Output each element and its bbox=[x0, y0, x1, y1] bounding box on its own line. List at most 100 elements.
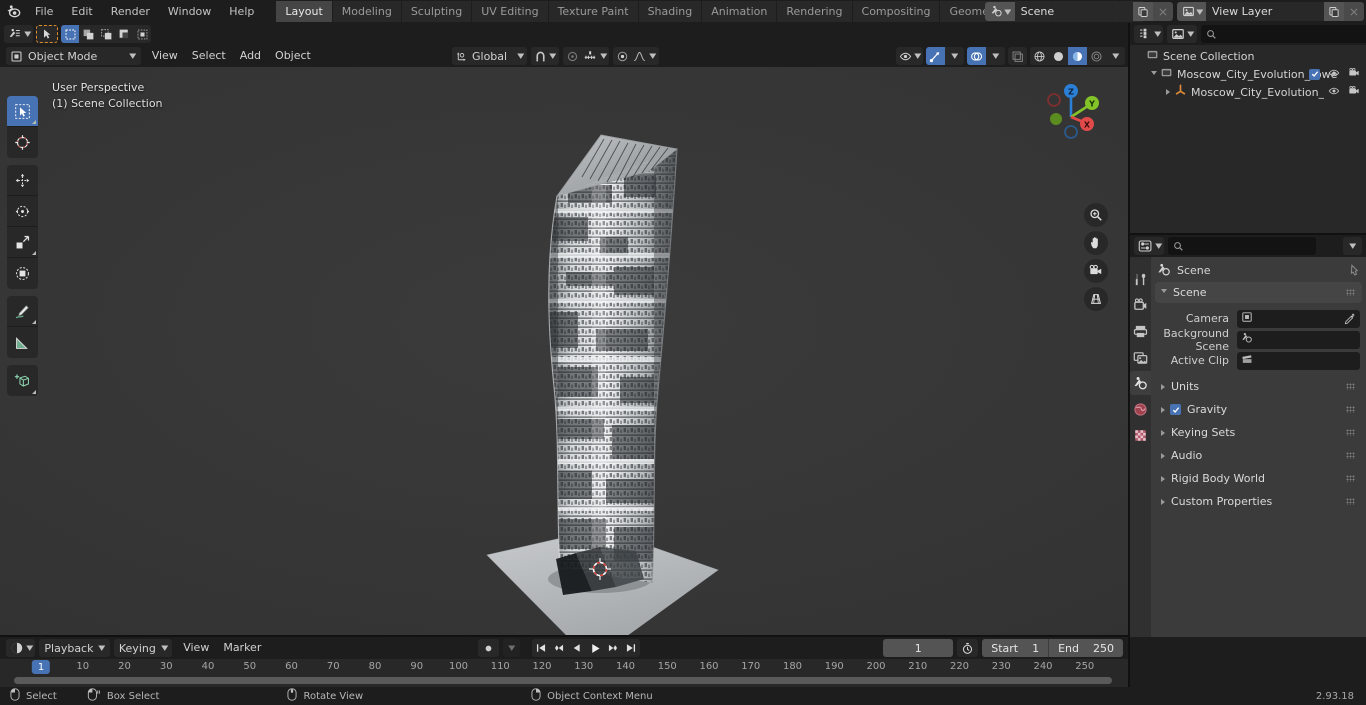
outliner-row[interactable]: Scene Collection bbox=[1130, 47, 1366, 65]
active-tool-button[interactable] bbox=[36, 25, 59, 43]
disclosure-triangle-icon[interactable] bbox=[1148, 70, 1160, 78]
jump-to-previous-keyframe-button[interactable] bbox=[550, 639, 568, 657]
move-view-button[interactable] bbox=[1084, 231, 1108, 255]
eyedropper-icon[interactable] bbox=[1344, 313, 1356, 328]
object-mode-selector[interactable]: Object Mode ▼ bbox=[6, 47, 141, 65]
workspace-tab-modeling[interactable]: Modeling bbox=[331, 1, 401, 22]
tab-world[interactable] bbox=[1130, 397, 1151, 421]
show-overlays-button[interactable] bbox=[967, 47, 986, 65]
tool-scale[interactable] bbox=[7, 227, 38, 258]
auto-keying-toggle[interactable] bbox=[478, 639, 499, 657]
scene-browse-icon[interactable]: ▼ bbox=[985, 2, 1015, 21]
exclude-checkbox[interactable] bbox=[1309, 68, 1320, 80]
timeline-editor-type-selector[interactable]: ▼ bbox=[6, 639, 36, 657]
outliner-search-input[interactable] bbox=[1200, 25, 1366, 43]
view-layer-browse-icon[interactable]: ▼ bbox=[1176, 2, 1206, 21]
timeline-menu-marker[interactable]: Marker bbox=[216, 639, 268, 657]
workspace-tab-shading[interactable]: Shading bbox=[637, 1, 702, 22]
select-extend-button[interactable] bbox=[79, 25, 97, 43]
frame-range-field[interactable]: Start 1 End 250 bbox=[982, 639, 1123, 657]
hide-in-viewport-icon[interactable] bbox=[1328, 85, 1340, 100]
editor-separator-bottom[interactable] bbox=[0, 635, 1128, 637]
disable-in-renders-icon[interactable] bbox=[1348, 67, 1360, 82]
select-set-button[interactable] bbox=[61, 25, 80, 43]
menu-render[interactable]: Render bbox=[102, 2, 159, 21]
workspace-tab-compositing[interactable]: Compositing bbox=[851, 1, 940, 22]
disclosure-triangle-icon[interactable] bbox=[1162, 89, 1174, 95]
properties-search-input[interactable] bbox=[1168, 237, 1317, 255]
solid-shading-button[interactable] bbox=[1049, 47, 1068, 65]
playback-dropdown[interactable]: Playback ▼ bbox=[39, 639, 110, 657]
editor-type-selector[interactable]: ▼ bbox=[4, 25, 34, 43]
outliner-row[interactable]: Moscow_City_Evolution_ bbox=[1130, 83, 1366, 101]
timeline-scrollbar[interactable] bbox=[14, 677, 1112, 684]
timeline-ruler[interactable]: 10 20 30 40 50 60 70 80 90 100 110 120 130 140 150 160 1… bbox=[0, 659, 1128, 676]
new-view-layer-button[interactable] bbox=[1324, 2, 1344, 21]
viewport-menu-view[interactable]: View bbox=[145, 47, 185, 65]
view-layer-id-block[interactable]: ▼ View Layer bbox=[1176, 2, 1364, 21]
proportional-editing-group[interactable]: ▼ bbox=[562, 47, 610, 65]
view-layer-name-field[interactable]: View Layer bbox=[1206, 2, 1324, 21]
scene-id-block[interactable]: ▼ Scene bbox=[985, 2, 1173, 21]
viewport-menu-object[interactable]: Object bbox=[268, 47, 318, 65]
select-subtract-button[interactable] bbox=[97, 25, 115, 43]
editor-separator-right[interactable] bbox=[1130, 233, 1366, 235]
property-field[interactable] bbox=[1237, 351, 1360, 370]
pin-icon[interactable] bbox=[1347, 263, 1360, 277]
scene-panel-header[interactable]: Scene bbox=[1155, 282, 1362, 303]
camera-view-button[interactable] bbox=[1084, 259, 1108, 283]
select-intersect-button[interactable] bbox=[133, 25, 151, 43]
tool-move[interactable] bbox=[7, 165, 38, 196]
tab-scene[interactable] bbox=[1130, 371, 1151, 395]
overlay-options-dropdown[interactable]: ▼ bbox=[986, 47, 1005, 65]
snap-magnet-button[interactable]: ▼ bbox=[531, 47, 559, 65]
outliner-editor-type-selector[interactable]: ▼ bbox=[1134, 25, 1164, 43]
viewport-menu-add[interactable]: Add bbox=[233, 47, 268, 65]
auto-keying-options-dropdown[interactable]: ▼ bbox=[503, 639, 521, 657]
menu-help[interactable]: Help bbox=[220, 2, 263, 21]
panel-header-keying-sets[interactable]: Keying Sets bbox=[1155, 422, 1362, 443]
tab-render[interactable] bbox=[1130, 293, 1151, 317]
gizmo-options-dropdown[interactable]: ▼ bbox=[945, 47, 964, 65]
tool-add-cube[interactable] bbox=[7, 365, 38, 396]
select-invert-button[interactable] bbox=[115, 25, 133, 43]
workspace-tab-animation[interactable]: Animation bbox=[701, 1, 777, 22]
outliner-display-mode-selector[interactable]: ▼ bbox=[1167, 25, 1197, 43]
panel-header-gravity[interactable]: Gravity bbox=[1155, 399, 1362, 420]
tool-cursor[interactable] bbox=[7, 127, 38, 158]
outliner-row[interactable]: Moscow_City_Evolution_Towe bbox=[1130, 65, 1366, 83]
jump-to-end-button[interactable] bbox=[622, 639, 640, 657]
navigation-gizmo[interactable]: Z Y X bbox=[1036, 77, 1106, 147]
play-button[interactable] bbox=[586, 639, 604, 657]
scene-name-field[interactable]: Scene bbox=[1014, 2, 1133, 21]
menu-window[interactable]: Window bbox=[159, 2, 220, 21]
workspace-tab-rendering[interactable]: Rendering bbox=[776, 1, 852, 22]
panel-header-custom-properties[interactable]: Custom Properties bbox=[1155, 491, 1362, 512]
menu-edit[interactable]: Edit bbox=[62, 2, 101, 21]
shading-options-dropdown[interactable]: ▼ bbox=[1106, 47, 1125, 65]
timeline-menu-view[interactable]: View bbox=[176, 639, 216, 657]
tab-output[interactable] bbox=[1130, 319, 1151, 343]
transform-orientation-selector[interactable]: Global ▼ bbox=[452, 47, 528, 65]
end-frame-field[interactable]: End 250 bbox=[1049, 639, 1123, 657]
show-gizmo-button[interactable] bbox=[926, 47, 945, 65]
tool-measure[interactable] bbox=[7, 327, 38, 358]
wireframe-shading-button[interactable] bbox=[1030, 47, 1049, 65]
proportional-falloff-group[interactable]: ▼ bbox=[613, 47, 659, 65]
workspace-tab-sculpting[interactable]: Sculpting bbox=[400, 1, 472, 22]
outliner-search-field[interactable] bbox=[1220, 27, 1366, 41]
toggle-xray-button[interactable] bbox=[1008, 47, 1027, 65]
panel-checkbox[interactable] bbox=[1170, 404, 1181, 415]
keying-dropdown[interactable]: Keying ▼ bbox=[113, 639, 173, 657]
workspace-tab-layout[interactable]: Layout bbox=[275, 1, 332, 22]
disable-in-renders-icon[interactable] bbox=[1348, 85, 1360, 100]
new-scene-button[interactable] bbox=[1132, 2, 1153, 21]
use-preview-range-button[interactable] bbox=[957, 639, 979, 657]
jump-to-next-keyframe-button[interactable] bbox=[604, 639, 622, 657]
current-frame-field[interactable]: 1 bbox=[883, 639, 954, 657]
tab-tool[interactable] bbox=[1130, 267, 1151, 291]
properties-options-dropdown[interactable]: ▼ bbox=[1342, 237, 1362, 255]
zoom-view-button[interactable] bbox=[1084, 203, 1108, 227]
tool-transform[interactable] bbox=[7, 258, 38, 289]
viewport-canvas[interactable]: User Perspective (1) Scene Collection Z … bbox=[0, 67, 1128, 637]
